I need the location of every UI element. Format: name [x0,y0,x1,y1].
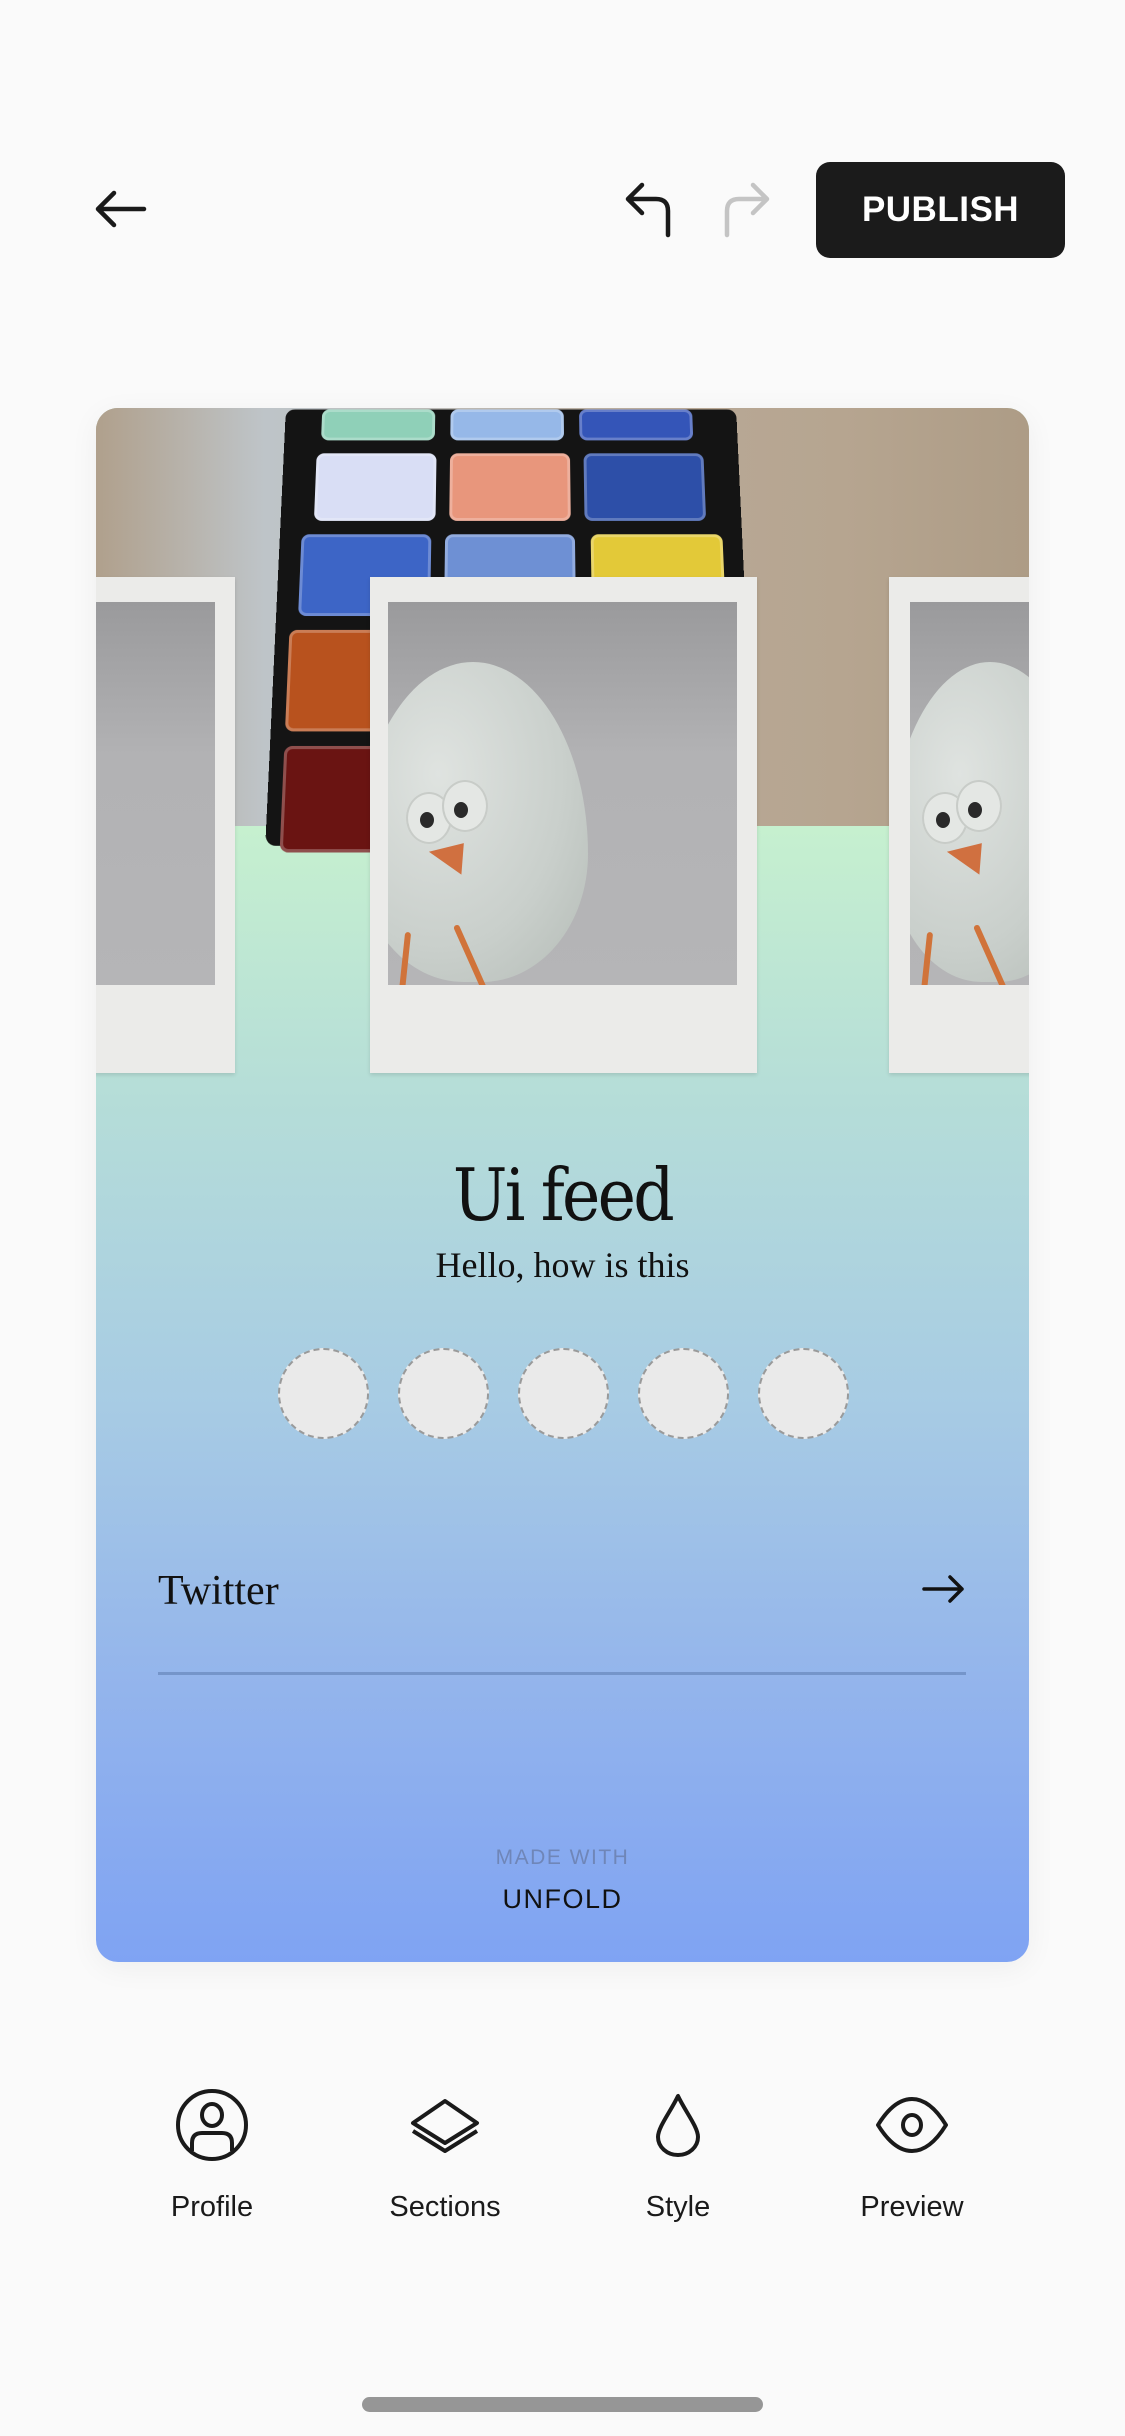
nav-label: Preview [860,2191,964,2223]
social-slot-placeholder[interactable] [518,1348,609,1439]
social-slot-placeholder[interactable] [398,1348,489,1439]
bottom-navigation: Profile Sections Style Preview [0,2085,1125,2235]
social-slot-placeholder[interactable] [758,1348,849,1439]
profile-card-preview: Ui feed Hello, how is this Twitter MADE … [96,408,1029,1962]
made-with-label: MADE WITH [495,1846,630,1869]
link-item-twitter[interactable]: Twitter [158,1546,966,1636]
social-slot-placeholder[interactable] [638,1348,729,1439]
egg-chick-photo [910,602,1029,985]
nav-label: Profile [170,2191,254,2223]
social-slot-placeholder[interactable] [278,1348,369,1439]
arrow-right-icon [922,1573,966,1610]
profile-subtitle[interactable]: Hello, how is this [96,1244,1029,1286]
nav-item-profile[interactable]: Profile [112,2085,312,2224]
drop-icon [638,2085,718,2165]
brand-label[interactable]: UNFOLD [96,1884,1029,1915]
layers-icon [405,2085,485,2165]
nav-label: Sections [389,2191,501,2223]
back-button[interactable] [80,170,160,250]
nav-item-preview[interactable]: Preview [812,2085,1012,2224]
profile-icon [172,2085,252,2165]
publish-button[interactable]: PUBLISH [816,162,1065,258]
gray-photo [96,602,215,985]
link-label: Twitter [158,1568,279,1614]
gallery-photo-left[interactable] [96,577,235,1073]
undo-button[interactable] [610,170,690,250]
gallery-photo-right[interactable] [889,577,1029,1073]
egg-chick-photo [388,602,737,985]
home-indicator[interactable] [362,2397,763,2412]
nav-item-style[interactable]: Style [578,2085,778,2224]
nav-label: Style [645,2191,711,2223]
arrow-left-icon [92,187,148,234]
eye-icon [872,2085,952,2165]
redo-arrow-icon [717,179,773,242]
undo-arrow-icon [622,179,678,242]
redo-button[interactable] [705,170,785,250]
nav-item-sections[interactable]: Sections [345,2085,545,2224]
profile-title[interactable]: Ui feed [143,1153,983,1237]
social-icons-row [278,1348,849,1439]
link-divider [158,1672,966,1675]
gallery-photo-center[interactable] [370,577,757,1073]
